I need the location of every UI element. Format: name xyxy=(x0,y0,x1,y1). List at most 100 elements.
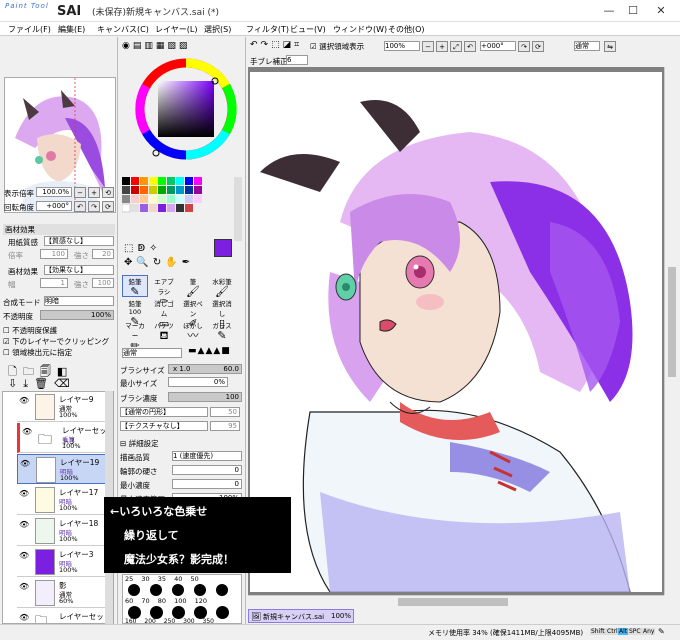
swatch-grid[interactable] xyxy=(121,177,232,219)
rgb-tab-icon[interactable]: ▤ xyxy=(133,41,145,51)
color-mode-tabs[interactable]: ◉▤▥▦▧▨ xyxy=(122,41,190,51)
effect-select[interactable]: 【効果なし】 xyxy=(44,265,114,275)
canvas-rotate-reset-button[interactable]: ⟳ xyxy=(532,41,544,52)
visibility-eye-icon[interactable]: 👁 xyxy=(19,551,31,561)
layer-item[interactable]: 👁 レイヤー17 明暗 100% xyxy=(17,485,107,515)
selection-source-checkbox[interactable]: ☐ xyxy=(3,348,10,357)
menu-file[interactable]: ファイル(F) xyxy=(8,24,51,35)
visibility-eye-icon[interactable]: 👁 xyxy=(19,582,31,592)
horizontal-scroll-thumb[interactable] xyxy=(398,598,508,606)
visibility-eye-icon[interactable]: 👁 xyxy=(19,520,31,530)
invert-select-icon[interactable]: ◪ xyxy=(283,40,295,50)
tool-brush[interactable]: 筆 🖌 xyxy=(180,275,206,298)
selection-display-checkbox[interactable]: ☑ xyxy=(310,42,317,51)
move-icon[interactable]: ✥ xyxy=(124,257,136,268)
visibility-eye-icon[interactable]: 👁 xyxy=(20,459,32,469)
min-density-slider[interactable]: 0 xyxy=(172,479,242,489)
zoom-out-button[interactable]: − xyxy=(74,187,86,198)
transfer-down-icon[interactable]: ⇩ xyxy=(8,377,23,390)
effect-width-field[interactable]: 1 xyxy=(40,278,68,288)
color-wheel-tab-icon[interactable]: ◉ xyxy=(122,41,133,51)
clear-layer-icon[interactable]: ⌫ xyxy=(54,377,76,390)
layer-item[interactable]: 👁 レイヤー3 明暗 100% xyxy=(17,547,107,577)
blend-mode-select[interactable]: 明暗 xyxy=(44,296,114,306)
menu-layer[interactable]: レイヤー(L) xyxy=(155,24,197,35)
zoom-icon[interactable]: 🔍 xyxy=(136,257,152,268)
delete-layer-icon[interactable]: 🗑 xyxy=(34,377,54,390)
tool-eraser[interactable]: 消しゴム ▭ xyxy=(151,297,177,330)
visibility-eye-icon[interactable]: 👁 xyxy=(19,613,31,623)
size-preset-80[interactable] xyxy=(172,584,184,596)
layer-item[interactable]: 👁 レイヤー18 明暗 100% xyxy=(17,516,107,546)
canvas-horizontal-scrollbar[interactable] xyxy=(248,595,664,607)
quality-select[interactable]: 1 (速度優先) xyxy=(172,451,242,461)
layer-item-selected[interactable]: 👁 レイヤー19 明暗 100% xyxy=(17,454,107,484)
tool-select-eraser[interactable]: 選択消し ▯ xyxy=(209,297,235,330)
visibility-eye-icon[interactable]: 👁 xyxy=(19,489,31,499)
paper-strength-field[interactable]: 20 xyxy=(92,249,114,259)
effect-strength-field[interactable]: 100 xyxy=(92,278,114,288)
tool-pencil[interactable]: 鉛筆 ✎ xyxy=(122,275,148,298)
color-wheel[interactable] xyxy=(134,57,238,161)
menu-other[interactable]: その他(O) xyxy=(388,24,425,35)
layer-item[interactable]: 👁 影 通常 60% xyxy=(17,578,107,608)
selection-tools[interactable]: ⬚ↁ✧ xyxy=(124,243,162,254)
detail-toggle-icon[interactable]: ⊟ xyxy=(120,439,126,448)
angle-field[interactable]: +000° xyxy=(36,201,72,211)
stabilizer-select[interactable]: 6 xyxy=(286,55,308,65)
clipping-checkbox[interactable]: ☑ xyxy=(3,337,10,346)
swatch-scrollbar[interactable] xyxy=(234,177,242,241)
canvas-zoom-out-button[interactable]: − xyxy=(422,41,434,52)
menu-canvas[interactable]: キャンバス(C) xyxy=(97,24,149,35)
protect-checkbox[interactable]: ☐ xyxy=(3,326,10,335)
canvas-vertical-scrollbar[interactable] xyxy=(664,67,678,595)
mixer-tab-icon[interactable]: ▦ xyxy=(156,41,168,51)
visibility-eye-icon[interactable]: 👁 xyxy=(22,427,34,437)
canvas-paper[interactable] xyxy=(250,72,662,593)
tool-watercolor[interactable]: 水彩筆 🖌 xyxy=(209,275,235,298)
magic-wand-icon[interactable]: ✧ xyxy=(149,243,161,254)
layer-item[interactable]: 👁 🗀 レイヤーセット2 xyxy=(17,609,107,623)
canvas-zoom-fit-button[interactable]: ⤢ xyxy=(450,41,462,52)
shape-flat-icon[interactable]: ▬ xyxy=(188,346,198,356)
menu-filter[interactable]: フィルタ(T) xyxy=(246,24,289,35)
color-swatches[interactable] xyxy=(121,177,232,219)
undo-icon[interactable]: ↶ xyxy=(250,40,261,50)
layer-item[interactable]: 👁 レイヤー9 通常 100% xyxy=(17,392,107,422)
rotate-left-button[interactable]: ↶ xyxy=(74,201,86,212)
layer-item[interactable]: 👁 🗀 レイヤーセット3 乗算 100% xyxy=(17,423,107,453)
rotate-icon[interactable]: ↻ xyxy=(153,257,165,268)
eyedropper-icon[interactable]: ✒ xyxy=(182,257,194,268)
size-preset-70[interactable] xyxy=(150,584,162,596)
transform-tools[interactable]: ✥🔍↻✋✒ xyxy=(124,257,194,268)
paper-texture-select[interactable]: 【質感なし】 xyxy=(44,236,114,246)
brush-texture-select[interactable]: 【テクスチャなし】 xyxy=(120,421,208,431)
close-button[interactable]: ✕ xyxy=(648,2,674,20)
canvas-zoom-in-button[interactable]: + xyxy=(436,41,448,52)
canvas-angle-select[interactable]: +000° xyxy=(480,41,516,51)
zoom-in-button[interactable]: + xyxy=(88,187,100,198)
tool-bucket[interactable]: バケツ ⛾ xyxy=(151,319,177,342)
vertical-scroll-thumb[interactable] xyxy=(668,267,676,377)
edge-hardness-slider[interactable]: 0 xyxy=(172,465,242,475)
hand-icon[interactable]: ✋ xyxy=(165,257,181,268)
min-size-slider[interactable]: 0% xyxy=(168,377,228,387)
hsv-tab-icon[interactable]: ▥ xyxy=(144,41,156,51)
rotate-right-button[interactable]: ↷ xyxy=(88,201,100,212)
flip-button[interactable]: ⇋ xyxy=(604,41,616,52)
texture-header[interactable]: 画材効果 xyxy=(3,224,115,235)
redo-icon[interactable]: ↷ xyxy=(261,40,272,50)
zoom-field[interactable]: 100.0% xyxy=(36,187,72,197)
menu-select[interactable]: 選択(S) xyxy=(204,24,231,35)
menu-view[interactable]: ビュー(V) xyxy=(290,24,326,35)
maximize-button[interactable]: ☐ xyxy=(620,2,646,20)
clipping-row[interactable]: ☑ 下のレイヤーでクリッピング xyxy=(3,336,109,347)
view-mode-select[interactable]: 通常 xyxy=(574,41,600,51)
tool-marker[interactable]: マーカー ✏ xyxy=(122,319,148,352)
minimize-button[interactable]: — xyxy=(596,2,622,20)
detail-settings-header[interactable]: ⊟ 詳細設定 xyxy=(120,438,159,449)
canvas-rotate-left-button[interactable]: ↶ xyxy=(464,41,476,52)
rect-select-icon[interactable]: ⬚ xyxy=(124,243,137,254)
brush-shape-strength[interactable]: 50 xyxy=(210,407,240,417)
zoom-select[interactable]: 100% xyxy=(384,41,420,51)
